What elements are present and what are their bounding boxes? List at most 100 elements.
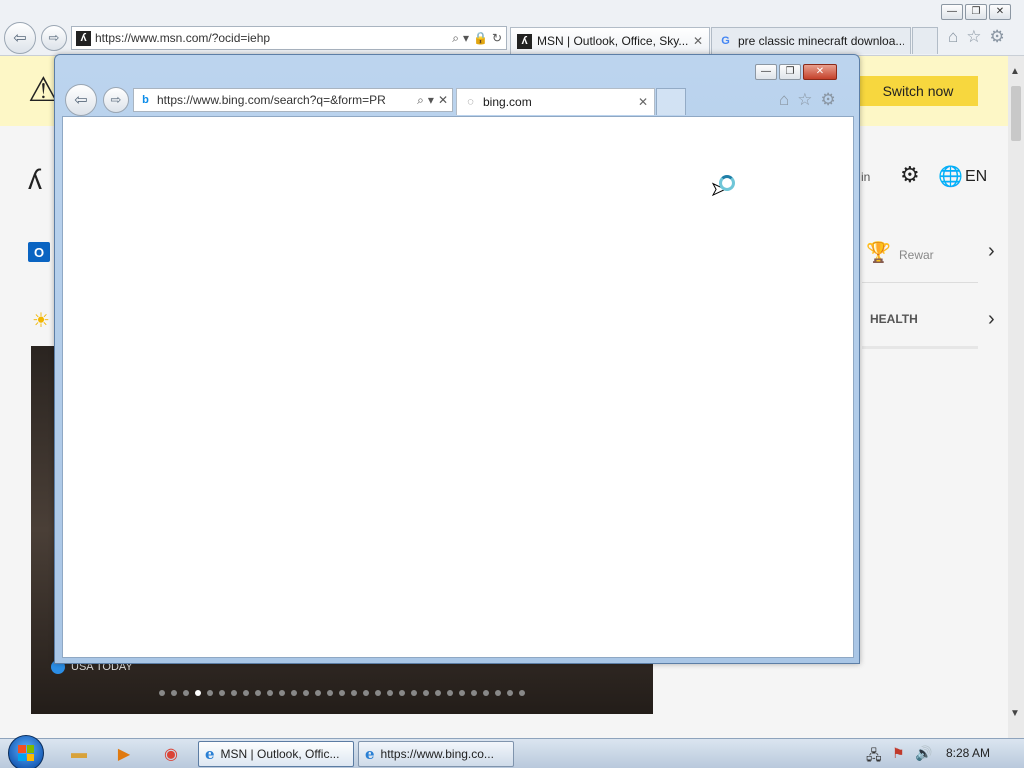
taskbar-item-bing[interactable]: e https://www.bing.co... <box>358 741 514 767</box>
carousel-dot[interactable] <box>423 690 429 696</box>
chevron-right-icon[interactable]: › <box>988 240 995 263</box>
carousel-dot[interactable] <box>339 690 345 696</box>
carousel-dot[interactable] <box>195 690 201 696</box>
carousel-dot[interactable] <box>327 690 333 696</box>
windows-logo-icon <box>18 745 34 761</box>
carousel-dot[interactable] <box>507 690 513 696</box>
action-center-flag-icon[interactable]: ⚑ <box>892 745 905 762</box>
carousel-dot[interactable] <box>243 690 249 696</box>
settings-gear-icon[interactable]: ⚙ <box>900 162 920 188</box>
gear-icon[interactable]: ⚙ <box>821 90 836 110</box>
carousel-dot[interactable] <box>363 690 369 696</box>
health-nav-item[interactable]: HEALTH <box>870 312 918 326</box>
popup-browser-window[interactable]: — ❐ ✕ ⇦ ⇨ b https://www.bing.com/search?… <box>54 54 860 664</box>
taskbar-item-label: MSN | Outlook, Offic... <box>220 747 340 761</box>
carousel-dot[interactable] <box>495 690 501 696</box>
gear-icon[interactable]: ⚙ <box>990 27 1005 47</box>
rewards-trophy-icon[interactable]: 🏆 <box>866 240 891 265</box>
carousel-dot[interactable] <box>459 690 465 696</box>
popup-forward-button[interactable]: ⇨ <box>103 87 129 113</box>
bg-back-button[interactable]: ⇦ <box>4 22 36 54</box>
search-icon[interactable]: ⌕ <box>452 31 459 46</box>
background-browser-toolbar: — ❐ ✕ ⇦ ⇨ ʎ https://www.msn.com/?ocid=ie… <box>0 0 1024 56</box>
start-button[interactable] <box>8 735 44 768</box>
bg-forward-button[interactable]: ⇨ <box>41 25 67 51</box>
bg-minimize-button[interactable]: — <box>941 4 963 20</box>
lock-icon[interactable]: 🔒 <box>473 31 488 46</box>
carousel-dot[interactable] <box>375 690 381 696</box>
chevron-right-icon[interactable]: › <box>988 308 995 331</box>
page-scrollbar[interactable]: ▲ ▼ <box>1008 56 1024 738</box>
home-icon[interactable]: ⌂ <box>948 27 958 47</box>
scroll-down-arrow-icon[interactable]: ▼ <box>1010 708 1020 719</box>
carousel-dot[interactable] <box>171 690 177 696</box>
refresh-icon[interactable]: ↻ <box>492 31 502 46</box>
loading-spinner-icon: ◌ <box>467 96 474 108</box>
chrome-pinned-icon[interactable]: ◉ <box>154 742 188 766</box>
carousel-dot[interactable] <box>399 690 405 696</box>
carousel-dot[interactable] <box>207 690 213 696</box>
carousel-dot[interactable] <box>183 690 189 696</box>
close-tab-icon[interactable]: ✕ <box>693 34 703 48</box>
carousel-dot[interactable] <box>351 690 357 696</box>
carousel-dot[interactable] <box>267 690 273 696</box>
bg-address-bar[interactable]: ʎ https://www.msn.com/?ocid=iehp ⌕ ▾ 🔒 ↻ <box>71 26 507 50</box>
bg-tab-msn[interactable]: ʎ MSN | Outlook, Office, Sky... ✕ <box>510 27 710 54</box>
carousel-dot[interactable] <box>303 690 309 696</box>
carousel-dot[interactable] <box>231 690 237 696</box>
search-icon[interactable]: ⌕ <box>417 93 424 108</box>
carousel-dot[interactable] <box>471 690 477 696</box>
carousel-dot[interactable] <box>159 690 165 696</box>
carousel-dot[interactable] <box>435 690 441 696</box>
carousel-dot[interactable] <box>387 690 393 696</box>
bg-restore-button[interactable]: ❐ <box>965 4 987 20</box>
popup-address-bar[interactable]: b https://www.bing.com/search?q=&form=PR… <box>133 88 453 112</box>
carousel-dot[interactable] <box>315 690 321 696</box>
popup-minimize-button[interactable]: — <box>755 64 777 80</box>
outlook-icon[interactable]: O <box>28 242 50 262</box>
volume-icon[interactable]: 🔊 <box>915 745 932 762</box>
explorer-pinned-icon[interactable]: ▬ <box>62 742 96 766</box>
popup-back-button[interactable]: ⇦ <box>65 84 97 116</box>
network-icon[interactable]: 🖧 <box>866 745 882 768</box>
dropdown-icon[interactable]: ▾ <box>463 31 469 46</box>
carousel-dot[interactable] <box>219 690 225 696</box>
carousel-dot[interactable] <box>519 690 525 696</box>
star-icon[interactable]: ☆ <box>797 90 812 110</box>
carousel-dot[interactable] <box>483 690 489 696</box>
weather-sun-icon[interactable]: ☀ <box>32 308 50 333</box>
stop-icon[interactable]: ✕ <box>438 93 448 108</box>
carousel-dot[interactable] <box>447 690 453 696</box>
bg-tab-google[interactable]: G pre classic minecraft downloa... <box>711 27 911 54</box>
popup-new-tab-button[interactable] <box>656 88 686 115</box>
forward-arrow-icon: ⇨ <box>110 92 122 107</box>
rewards-label[interactable]: Rewar <box>899 248 934 262</box>
popup-tab-bing[interactable]: ◌ bing.com ✕ <box>456 88 655 115</box>
bg-close-button[interactable]: ✕ <box>989 4 1011 20</box>
taskbar-item-msn[interactable]: e MSN | Outlook, Offic... <box>198 741 354 767</box>
dropdown-icon[interactable]: ▾ <box>428 93 434 108</box>
popup-close-button[interactable]: ✕ <box>803 64 837 80</box>
scroll-thumb[interactable] <box>1011 86 1021 141</box>
switch-now-button[interactable]: Switch now <box>858 76 978 106</box>
clock[interactable]: 8:28 AM <box>946 746 990 760</box>
bg-new-tab-button[interactable] <box>912 27 938 54</box>
popup-restore-button[interactable]: ❐ <box>779 64 801 80</box>
sign-in-link[interactable]: in <box>861 170 870 184</box>
star-icon[interactable]: ☆ <box>966 27 981 47</box>
bg-address-text[interactable]: https://www.msn.com/?ocid=iehp <box>95 31 448 45</box>
media-player-pinned-icon[interactable]: ▶ <box>107 742 141 766</box>
carousel-dot[interactable] <box>279 690 285 696</box>
close-tab-icon[interactable]: ✕ <box>638 95 648 109</box>
msn-logo-icon[interactable]: ʎ <box>28 164 42 196</box>
scroll-up-arrow-icon[interactable]: ▲ <box>1010 66 1020 77</box>
globe-icon[interactable]: 🌐 <box>938 164 963 189</box>
carousel-dot[interactable] <box>411 690 417 696</box>
tab-title: bing.com <box>483 95 532 109</box>
forward-arrow-icon: ⇨ <box>48 30 60 45</box>
carousel-dot[interactable] <box>291 690 297 696</box>
popup-address-text[interactable]: https://www.bing.com/search?q=&form=PR <box>157 93 413 107</box>
carousel-dot[interactable] <box>255 690 261 696</box>
home-icon[interactable]: ⌂ <box>779 90 789 110</box>
language-label[interactable]: EN <box>965 168 987 186</box>
